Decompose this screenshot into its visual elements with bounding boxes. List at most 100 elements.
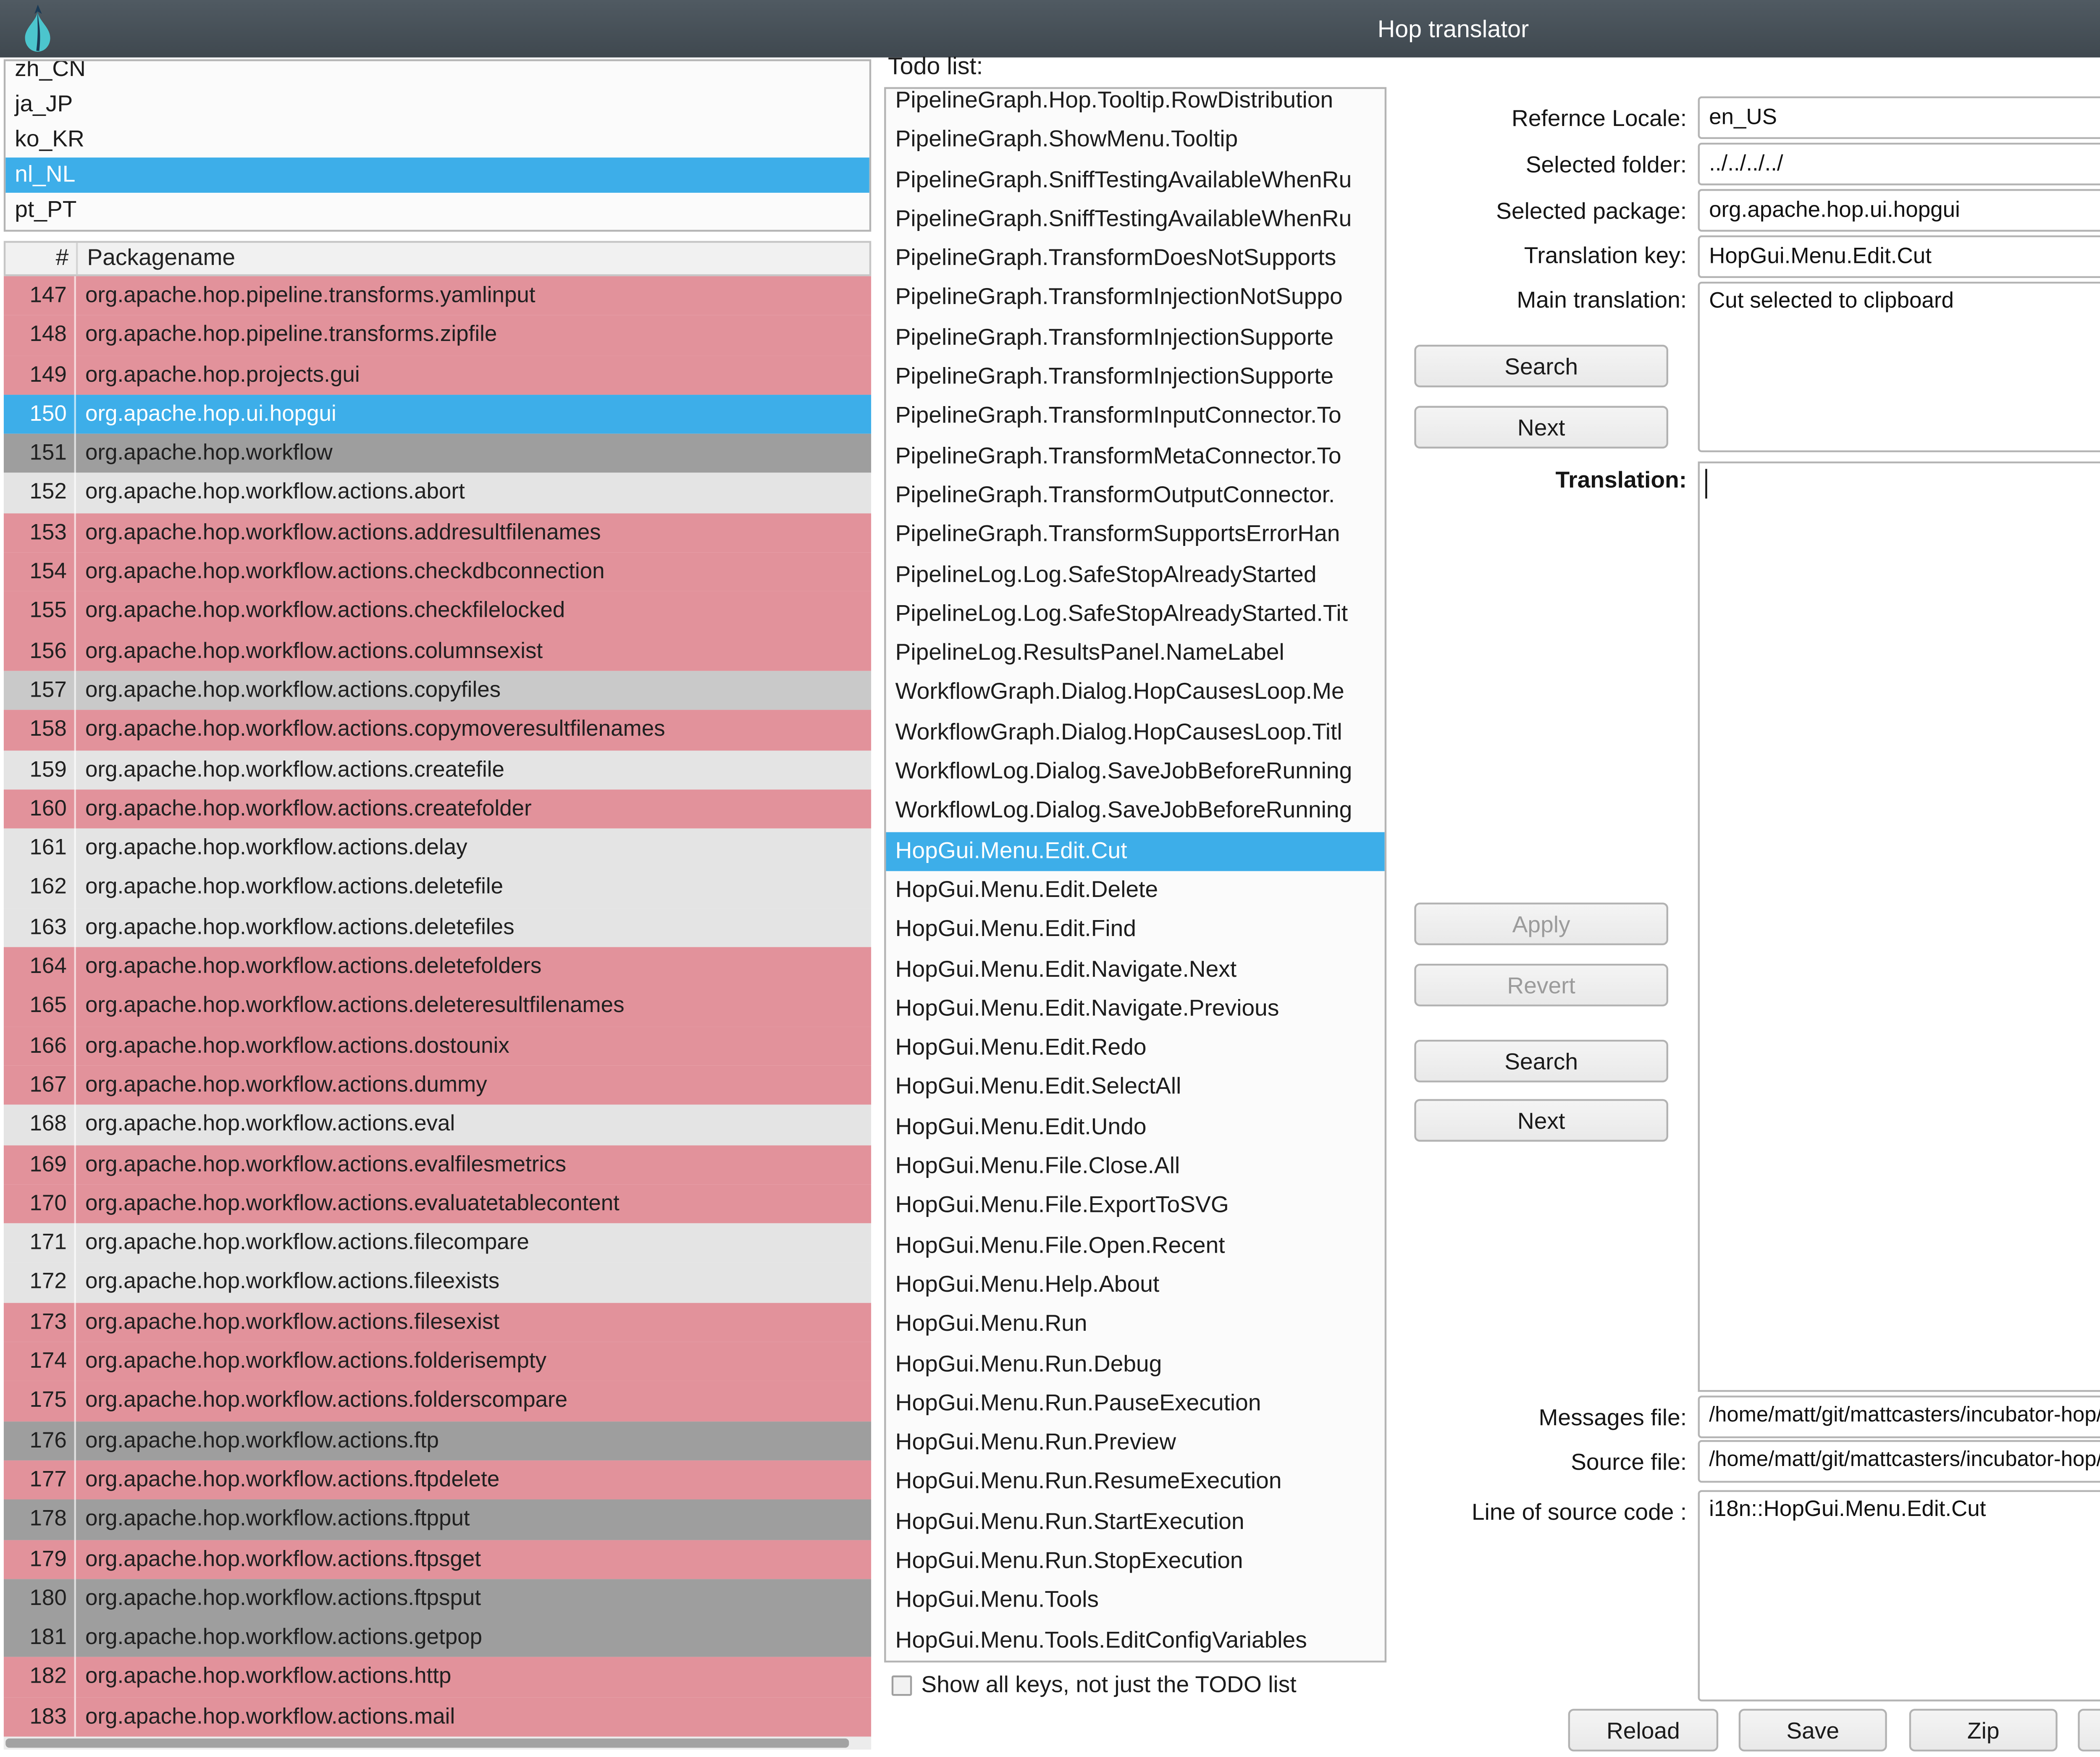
package-row[interactable]: 167 org.apache.hop.workflow.actions.dummy	[3, 1065, 872, 1105]
reference-locale-input[interactable]: en_US	[1698, 96, 2100, 139]
todo-item[interactable]: PipelineGraph.TransformInjectionSupporte	[886, 318, 1385, 358]
todo-item[interactable]: PipelineLog.Log.SafeStopAlreadyStarted.T…	[886, 595, 1385, 634]
line-of-source-label: Line of source code :	[1471, 1499, 1687, 1526]
package-row[interactable]: 165 org.apache.hop.workflow.actions.delet…	[3, 986, 872, 1026]
package-row[interactable]: 155 org.apache.hop.workflow.actions.check…	[3, 592, 872, 632]
todo-item[interactable]: HopGui.Menu.File.Close.All	[886, 1147, 1385, 1187]
package-row-name: org.apache.hop.workflow.actions.ftpsput	[85, 1584, 481, 1610]
todo-item[interactable]: HopGui.Menu.Run.Debug	[886, 1345, 1385, 1384]
revert-button[interactable]: Revert	[1414, 964, 1668, 1007]
search-button-top[interactable]: Search	[1414, 344, 1668, 388]
zip-button[interactable]: Zip	[1909, 1709, 2058, 1752]
locale-item[interactable]: nl_NL	[5, 157, 869, 193]
todo-item[interactable]: PipelineGraph.TransformInjectionSupporte	[886, 358, 1385, 397]
package-row[interactable]: 151 org.apache.hop.workflow	[3, 434, 872, 474]
package-row[interactable]: 159 org.apache.hop.workflow.actions.creat…	[3, 750, 872, 789]
text-cursor	[1705, 469, 1707, 499]
package-row[interactable]: 176 org.apache.hop.workflow.actions.ftp	[3, 1421, 872, 1461]
package-row[interactable]: 158 org.apache.hop.workflow.actions.copym…	[3, 710, 872, 750]
todo-item[interactable]: HopGui.Menu.Edit.Navigate.Previous	[886, 989, 1385, 1029]
todo-item[interactable]: HopGui.Menu.Run.StopExecution	[886, 1542, 1385, 1581]
todo-item[interactable]: WorkflowGraph.Dialog.HopCausesLoop.Me	[886, 674, 1385, 713]
translation-textarea[interactable]	[1698, 461, 2100, 1392]
todo-item[interactable]: PipelineLog.Log.SafeStopAlreadyStarted	[886, 555, 1385, 595]
package-row[interactable]: 147 org.apache.hop.pipeline.transforms.ya…	[3, 276, 872, 316]
next-button-top[interactable]: Next	[1414, 406, 1668, 449]
selected-package-input[interactable]: org.apache.hop.ui.hopgui	[1698, 189, 2100, 232]
package-row[interactable]: 181 org.apache.hop.workflow.actions.getpo…	[3, 1618, 872, 1658]
package-row[interactable]: 183 org.apache.hop.workflow.actions.mail	[3, 1697, 872, 1737]
package-table-header: # Packagename	[3, 241, 872, 276]
package-row[interactable]: 179 org.apache.hop.workflow.actions.ftpsg…	[3, 1539, 872, 1579]
todo-item[interactable]: HopGui.Menu.File.ExportToSVG	[886, 1187, 1385, 1226]
package-row[interactable]: 170 org.apache.hop.workflow.actions.evalu…	[3, 1184, 872, 1224]
package-row[interactable]: 154 org.apache.hop.workflow.actions.check…	[3, 552, 872, 592]
translation-key-input[interactable]: HopGui.Menu.Edit.Cut	[1698, 235, 2100, 278]
next-button-bottom[interactable]: Next	[1414, 1099, 1668, 1142]
todo-item[interactable]: WorkflowLog.Dialog.SaveJobBeforeRunning	[886, 753, 1385, 792]
package-row[interactable]: 171 org.apache.hop.workflow.actions.filec…	[3, 1223, 872, 1263]
show-all-keys-checkbox[interactable]	[891, 1674, 912, 1695]
todo-item[interactable]: HopGui.Menu.Edit.Find	[886, 910, 1385, 950]
locale-item[interactable]: pt_PT	[5, 193, 869, 228]
todo-item[interactable]: HopGui.Menu.File.Open.Recent	[886, 1226, 1385, 1266]
package-row[interactable]: 180 org.apache.hop.workflow.actions.ftpsp…	[3, 1579, 872, 1618]
package-row[interactable]: 163 org.apache.hop.workflow.actions.delet…	[3, 907, 872, 947]
source-file-input[interactable]: /home/matt/git/mattcasters/incubator-hop…	[1698, 1440, 2100, 1483]
package-row[interactable]: 149 org.apache.hop.projects.gui	[3, 355, 872, 395]
reload-button[interactable]: Reload	[1568, 1709, 1719, 1752]
package-row[interactable]: 177 org.apache.hop.workflow.actions.ftpde…	[3, 1460, 872, 1500]
package-row[interactable]: 173 org.apache.hop.workflow.actions.files…	[3, 1302, 872, 1342]
package-row[interactable]: 172 org.apache.hop.workflow.actions.filee…	[3, 1263, 872, 1303]
todo-item[interactable]: WorkflowLog.Dialog.SaveJobBeforeRunning	[886, 792, 1385, 831]
package-row[interactable]: 153 org.apache.hop.workflow.actions.addre…	[3, 513, 872, 553]
todo-item[interactable]: HopGui.Menu.Edit.Redo	[886, 1029, 1385, 1068]
todo-item[interactable]: HopGui.Menu.Tools	[886, 1581, 1385, 1621]
todo-item[interactable]: HopGui.Menu.Edit.Undo	[886, 1108, 1385, 1147]
todo-item[interactable]: HopGui.Menu.Help.About	[886, 1266, 1385, 1305]
package-row[interactable]: 161 org.apache.hop.workflow.actions.delay	[3, 829, 872, 868]
locale-item[interactable]: ko_KR	[5, 122, 869, 157]
todo-item[interactable]: PipelineLog.ResultsPanel.NameLabel	[886, 634, 1385, 674]
package-row[interactable]: 148 org.apache.hop.pipeline.transforms.zi…	[3, 315, 872, 355]
save-button[interactable]: Save	[1738, 1709, 1887, 1752]
todo-item[interactable]: HopGui.Menu.Edit.SelectAll	[886, 1068, 1385, 1108]
package-row-name: org.apache.hop.workflow.actions.filesexi…	[85, 1308, 500, 1334]
package-row[interactable]: 182 org.apache.hop.workflow.actions.http	[3, 1657, 872, 1697]
package-row[interactable]: 150 org.apache.hop.ui.hopgui	[3, 394, 872, 434]
package-row-number: 150	[4, 394, 76, 434]
todo-item[interactable]: HopGui.Menu.Edit.Navigate.Next	[886, 950, 1385, 989]
package-row[interactable]: 175 org.apache.hop.workflow.actions.folde…	[3, 1381, 872, 1421]
package-row-name: org.apache.hop.ui.hopgui	[85, 400, 336, 426]
messages-file-input[interactable]: /home/matt/git/mattcasters/incubator-hop…	[1698, 1395, 2100, 1438]
selected-folder-label: Selected folder:	[1525, 152, 1687, 178]
todo-item[interactable]: PipelineGraph.TransformSupportsErrorHan	[886, 516, 1385, 555]
selected-folder-input[interactable]: ../../../../	[1698, 142, 2100, 186]
package-row[interactable]: 156 org.apache.hop.workflow.actions.colum…	[3, 631, 872, 671]
todo-item[interactable]: HopGui.Menu.Tools.EditConfigVariables	[886, 1621, 1385, 1660]
package-row[interactable]: 152 org.apache.hop.workflow.actions.abort	[3, 473, 872, 513]
package-row[interactable]: 157 org.apache.hop.workflow.actions.copyf…	[3, 671, 872, 711]
locale-item[interactable]: zh_CN	[5, 61, 869, 87]
todo-item[interactable]: WorkflowGraph.Dialog.HopCausesLoop.Titl	[886, 713, 1385, 753]
package-row-number: 168	[4, 1105, 76, 1145]
package-row[interactable]: 168 org.apache.hop.workflow.actions.eval	[3, 1105, 872, 1145]
todo-item[interactable]: HopGui.Menu.Edit.Cut	[886, 831, 1385, 871]
package-row[interactable]: 164 org.apache.hop.workflow.actions.delet…	[3, 947, 872, 987]
todo-item[interactable]: HopGui.Menu.Edit.Delete	[886, 871, 1385, 910]
hscrollbar-thumb[interactable]	[5, 1738, 849, 1748]
todo-item[interactable]: HopGui.Menu.Run	[886, 1305, 1385, 1345]
apply-button[interactable]: Apply	[1414, 902, 1668, 945]
package-row[interactable]: 178 org.apache.hop.workflow.actions.ftppu…	[3, 1500, 872, 1539]
package-row[interactable]: 160 org.apache.hop.workflow.actions.creat…	[3, 789, 872, 829]
package-row[interactable]: 174 org.apache.hop.workflow.actions.folde…	[3, 1342, 872, 1382]
package-row-name: org.apache.hop.workflow.actions.checkfil…	[85, 597, 565, 624]
search-button-bottom[interactable]: Search	[1414, 1039, 1668, 1083]
package-row[interactable]: 169 org.apache.hop.workflow.actions.evalf…	[3, 1144, 872, 1184]
package-table-hscrollbar[interactable]	[3, 1736, 872, 1750]
close-button[interactable]: Close	[2078, 1709, 2100, 1752]
package-row[interactable]: 162 org.apache.hop.workflow.actions.delet…	[3, 868, 872, 908]
todo-item[interactable]: PipelineGraph.TransformInputConnector.To	[886, 397, 1385, 437]
package-row[interactable]: 166 org.apache.hop.workflow.actions.dosto…	[3, 1026, 872, 1066]
locale-item[interactable]: ja_JP	[5, 87, 869, 122]
